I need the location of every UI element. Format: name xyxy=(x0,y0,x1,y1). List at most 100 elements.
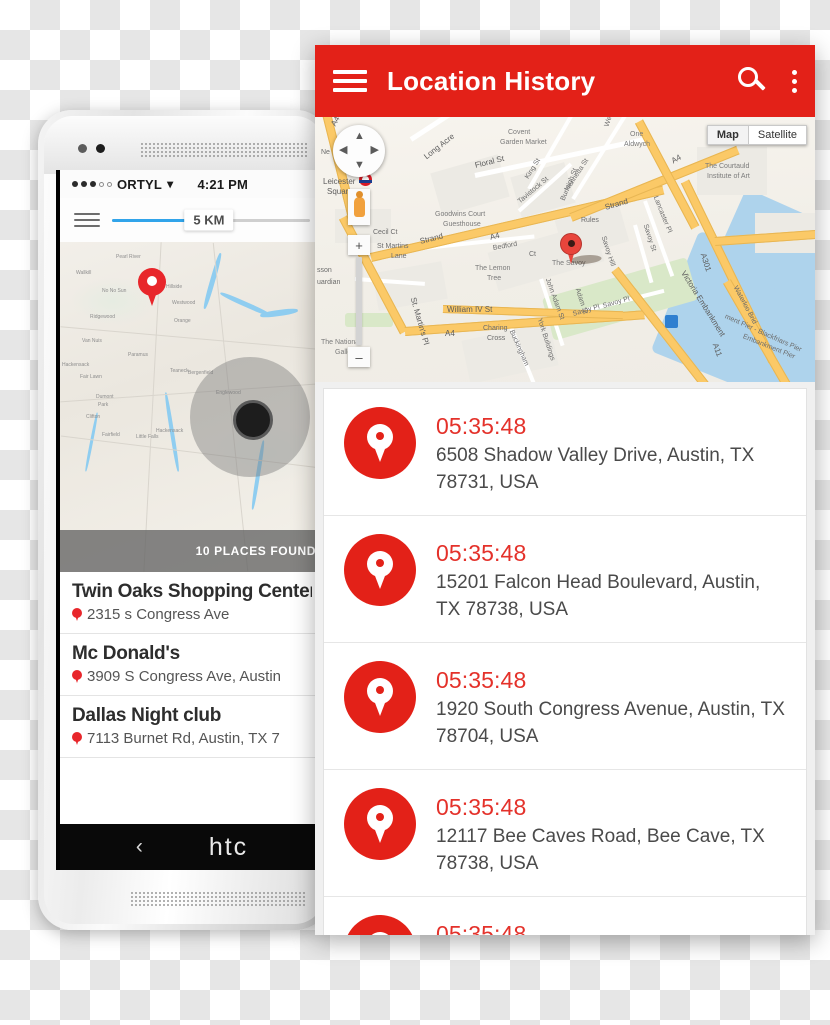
screenshot-root: ORTYL ▾ 4:21 PM 5 KM Wallkill Pearl Rive… xyxy=(0,0,830,1025)
phone-map-label: Fairfield xyxy=(102,432,120,438)
map-pan-control[interactable]: ▲ ▼ ◀ ▶ xyxy=(333,125,385,177)
location-address: 12117 Bee Caves Road, Bee Cave, TX 78738… xyxy=(436,825,765,874)
radius-slider-fill xyxy=(112,218,196,222)
hamburger-menu-icon[interactable] xyxy=(333,65,367,97)
map-label: uardian xyxy=(317,279,341,286)
map-label: Ct xyxy=(529,251,536,258)
location-list-item[interactable]: 05:35:486508 Shadow Valley Drive, Austin… xyxy=(324,897,806,935)
back-icon[interactable]: ‹ xyxy=(136,835,143,859)
street-view-pegman-icon[interactable] xyxy=(348,189,370,225)
map-poi-icon xyxy=(665,315,678,328)
signal-strength-icon xyxy=(72,181,112,187)
phone-sensor-dots xyxy=(78,144,105,153)
location-time: 05:35:48 xyxy=(436,539,527,566)
map-type-satellite-button[interactable]: Satellite xyxy=(748,125,807,145)
location-details: 05:35:48 15201 Falcon Head Boulevard, Aus… xyxy=(436,534,788,624)
location-pin-icon xyxy=(344,787,416,860)
map-label: Garden Market xyxy=(500,139,547,146)
phone-map-label: No No Sun xyxy=(102,288,127,294)
phone-map-marker[interactable] xyxy=(138,268,166,308)
map-label: Lane xyxy=(391,253,407,260)
phone-earpiece-grille xyxy=(140,142,308,158)
location-list-item[interactable]: 05:35:486508 Shadow Valley Drive, Austin… xyxy=(324,389,806,516)
location-address: 6508 Shadow Valley Drive, Austin, TX 787… xyxy=(436,445,755,493)
pan-right-icon[interactable]: ▶ xyxy=(371,145,379,156)
location-time: 05:35:48 xyxy=(436,793,527,820)
phone-map-label: Paramus xyxy=(128,352,149,358)
phone-place-name: Dallas Night club xyxy=(72,705,222,726)
pan-down-icon[interactable]: ▼ xyxy=(354,160,365,171)
phone-map-label: Hackensack xyxy=(156,428,184,434)
location-list-item[interactable]: 05:35:48 15201 Falcon Head Boulevard, Aus… xyxy=(324,516,806,643)
phone-map-label: Hackensack xyxy=(62,362,90,368)
phone-screen: ORTYL ▾ 4:21 PM 5 KM Wallkill Pearl Rive… xyxy=(56,170,324,870)
phone-top-bezel xyxy=(44,116,324,174)
map-view[interactable]: A40 Ne Long Acre Floral St King St Henrietta … xyxy=(315,117,815,382)
map-label: One xyxy=(630,131,644,138)
map-label: Guesthouse xyxy=(443,221,481,228)
zoom-slider-rail[interactable] xyxy=(356,257,362,345)
map-label: Charing xyxy=(483,325,508,332)
location-list-item[interactable]: 05:35:48 1920 South Congress Avenue, Aust… xyxy=(324,643,806,770)
phone-place-item[interactable]: Dallas Night club 7113 Burnet Rd, Austin,… xyxy=(60,696,324,758)
phone-place-item[interactable]: Mc Donald's 3909 S Congress Ave, Austin xyxy=(60,634,324,696)
phone-map-label: Teaneck xyxy=(170,368,189,374)
htc-logo: htc xyxy=(208,832,249,861)
phone-place-item[interactable]: Twin Oaks Shopping Center 2315 s Congress… xyxy=(60,572,324,634)
zoom-out-button[interactable]: – xyxy=(348,347,370,367)
phone-status-bar: ORTYL ▾ 4:21 PM xyxy=(60,170,324,198)
map-type-map-button[interactable]: Map xyxy=(706,125,749,145)
phone-place-address-row: 3909 S Congress Ave, Austin xyxy=(72,668,312,685)
phone-places-list[interactable]: Twin Oaks Shopping Center 2315 s Congress… xyxy=(60,572,324,758)
zoom-in-button[interactable]: + xyxy=(348,235,370,255)
location-pin-icon xyxy=(344,660,416,733)
location-list[interactable]: 05:35:48 6508 Shadow Valley Drive, Austin… xyxy=(323,388,807,935)
phone-map-label: Park xyxy=(98,402,109,408)
map-label: The Lemon xyxy=(475,265,511,272)
map-label: Institute of Art xyxy=(707,173,750,180)
location-pin-icon xyxy=(344,533,416,606)
phone-place-name: Twin Oaks Shopping Center xyxy=(72,581,312,602)
search-icon[interactable] xyxy=(738,67,766,95)
map-label: The Courtauld xyxy=(705,163,750,170)
phone-map-label: Orange xyxy=(174,318,191,324)
pan-up-icon[interactable]: ▲ xyxy=(354,131,365,142)
location-details: 05:35:48 1920 South Congress Avenue, Aust… xyxy=(436,661,788,751)
carrier-label: ORTYL xyxy=(117,176,163,192)
places-found-label: 10 PLACES FOUND xyxy=(195,544,316,558)
location-time: 05:35:48 xyxy=(436,920,527,935)
phone-map-label: Dumont xyxy=(96,394,114,400)
phone-map-label: Ridgewood xyxy=(90,314,116,320)
location-details: 05:35:48 6508 Shadow Valley Drive, Austin… xyxy=(436,407,788,497)
location-address: 15201 Falcon Head Boulevard, Austin, TX … xyxy=(436,571,761,620)
map-location-marker[interactable] xyxy=(560,233,606,265)
phone-speaker-grille xyxy=(130,891,306,908)
wifi-icon: ▾ xyxy=(167,177,174,191)
map-label: Aldwych xyxy=(624,141,651,148)
phone-navigation-bar: ‹ htc xyxy=(60,824,324,870)
map-label: William IV St xyxy=(447,305,493,314)
phone-radius-slider-bar[interactable]: 5 KM xyxy=(60,198,324,242)
place-pin-icon xyxy=(72,669,82,684)
map-label: Cecil Ct xyxy=(373,229,398,236)
location-list-item[interactable]: 05:35:48 12117 Bee Caves Road, Bee Cave, … xyxy=(324,770,806,897)
phone-menu-icon[interactable] xyxy=(74,209,100,231)
phone-map-label: Clifton xyxy=(86,414,101,420)
phone-place-address: 2315 s Congress Ave xyxy=(87,606,230,623)
location-time: 05:35:48 xyxy=(436,666,527,693)
overflow-menu-icon[interactable] xyxy=(792,69,797,93)
map-label: Leicester xyxy=(323,177,356,186)
phone-map-label: Little Falls xyxy=(136,434,159,440)
phone-place-address-row: 7113 Burnet Rd, Austin, TX 7 xyxy=(72,730,312,747)
htc-phone-device: ORTYL ▾ 4:21 PM 5 KM Wallkill Pearl Rive… xyxy=(38,110,330,930)
phone-map-view[interactable]: Wallkill Pearl River No No Sun Hillside West… xyxy=(60,242,324,572)
map-label: Rules xyxy=(581,217,599,224)
map-label: Ne xyxy=(321,149,330,156)
location-pin-icon xyxy=(344,914,416,935)
radius-slider-track[interactable]: 5 KM xyxy=(112,209,310,231)
map-type-toggle[interactable]: Map Satellite xyxy=(706,125,807,145)
app-bar: Location History xyxy=(315,45,815,117)
phone-place-address: 7113 Burnet Rd, Austin, TX 7 xyxy=(87,730,280,747)
map-zoom-control[interactable]: + – xyxy=(348,235,370,367)
pan-left-icon[interactable]: ◀ xyxy=(339,145,347,156)
